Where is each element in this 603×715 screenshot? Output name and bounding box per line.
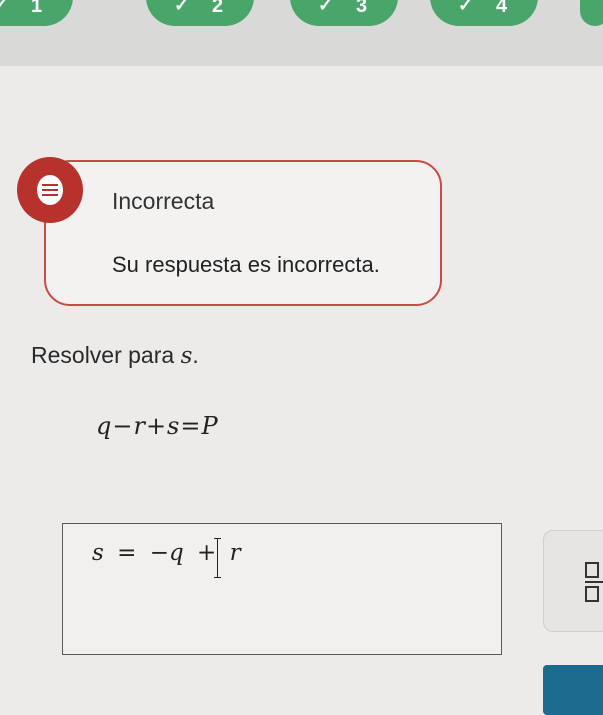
prompt-variable: s	[180, 343, 193, 369]
text-cursor	[214, 538, 221, 578]
feedback-panel	[44, 160, 442, 306]
check-icon: ✓	[174, 0, 190, 15]
check-icon: ✓	[458, 0, 474, 15]
progress-step-4[interactable]: ✓ 4	[430, 0, 538, 26]
feedback-message: Su respuesta es incorrecta.	[112, 252, 380, 277]
check-answer-button[interactable]	[543, 665, 603, 715]
progress-step-3[interactable]: ✓ 3	[290, 0, 398, 26]
equation: q−r+s=P	[96, 412, 219, 440]
progress-step-1[interactable]: ✓ 1	[0, 0, 73, 26]
feedback-title: Incorrecta	[112, 188, 215, 214]
progress-step-next[interactable]	[580, 0, 603, 26]
feedback-icon	[17, 157, 83, 223]
check-icon: ✓	[0, 0, 9, 15]
fraction-icon[interactable]	[585, 560, 603, 602]
question-prompt: Resolver para s.	[31, 342, 199, 369]
progress-bar: ✓ 1 ✓ 2 ✓ 3 ✓ 4	[0, 0, 603, 66]
check-icon: ✓	[318, 0, 334, 15]
progress-step-2[interactable]: ✓ 2	[146, 0, 254, 26]
